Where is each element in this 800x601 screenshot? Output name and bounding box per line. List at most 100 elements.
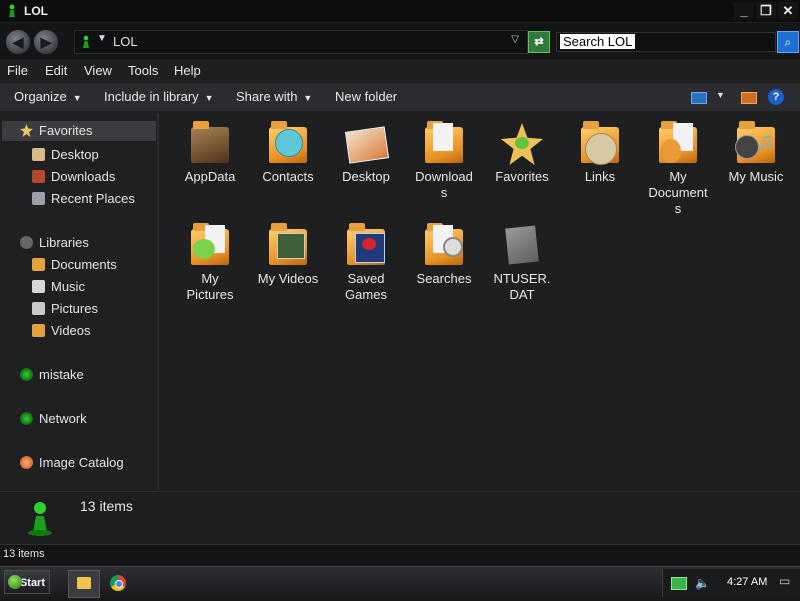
network-status-icon[interactable] [671, 577, 687, 590]
menu-file[interactable]: File [7, 63, 28, 78]
nav-favorites[interactable]: Favorites [2, 121, 156, 141]
file-item-my-documents[interactable]: My Document s [640, 121, 716, 217]
taskbar-explorer-button[interactable] [68, 570, 100, 598]
folder-icon [187, 121, 233, 167]
start-button[interactable]: Start [4, 570, 50, 594]
libraries-icon [20, 236, 33, 249]
search-placeholder: Search LOL [560, 34, 636, 49]
folder-documents-icon [655, 121, 701, 167]
folder-downloads-icon [421, 121, 467, 167]
nav-downloads[interactable]: Downloads [32, 169, 115, 184]
chevron-down-icon: ▼ [204, 93, 214, 103]
organize-button[interactable]: Organize ▼ [14, 89, 82, 104]
maximize-button[interactable]: ❐ [756, 2, 776, 19]
downloads-icon [32, 170, 45, 183]
nav-videos[interactable]: Videos [32, 323, 91, 338]
menu-view[interactable]: View [84, 63, 112, 78]
chevron-down-icon: ▼ [72, 93, 82, 103]
nav-network[interactable]: Network [20, 411, 87, 426]
refresh-button[interactable]: ⇄ [528, 31, 550, 53]
menu-tools[interactable]: Tools [128, 63, 158, 78]
item-count: 13 items [80, 498, 133, 514]
file-item-saved-games[interactable]: Saved Games [328, 223, 404, 303]
status-text: 13 items [3, 548, 45, 560]
window-title: LOL [24, 4, 48, 18]
star-icon [20, 124, 33, 137]
pawn-icon [28, 502, 52, 536]
folder-videos-icon [265, 223, 311, 269]
nav-image-catalog[interactable]: Image Catalog [20, 455, 124, 470]
menu-help[interactable]: Help [174, 63, 201, 78]
image-catalog-icon [20, 456, 33, 469]
folder-pictures-icon [187, 223, 233, 269]
pictures-icon [32, 302, 45, 315]
folder-saved-games-icon [343, 223, 389, 269]
close-button[interactable]: ✕ [778, 2, 798, 19]
network-icon [20, 412, 33, 425]
new-folder-button[interactable]: New folder [335, 89, 397, 104]
file-item-my-videos[interactable]: My Videos [250, 223, 326, 287]
share-with-button[interactable]: Share with ▼ [236, 89, 312, 104]
folder-music-icon: ♫ [733, 121, 779, 167]
search-input[interactable]: Search LOL [556, 32, 776, 52]
file-item-my-pictures[interactable]: My Pictures [172, 223, 248, 303]
back-button[interactable]: ◀ [5, 29, 31, 55]
navigation-pane: Favorites Desktop Downloads Recent Place… [0, 113, 159, 489]
file-item-desktop[interactable]: Desktop [328, 121, 404, 185]
file-icon [499, 223, 545, 269]
command-bar: Organize ▼ Include in library ▼ Share with… [0, 83, 800, 111]
nav-libraries[interactable]: Libraries [20, 235, 89, 250]
help-icon[interactable]: ? [768, 89, 784, 105]
nav-homegroup[interactable]: mistake [20, 367, 84, 382]
address-bar[interactable]: ▼ LOL ▽ [74, 30, 528, 54]
file-item-favorites[interactable]: Favorites [484, 121, 560, 185]
show-desktop-button[interactable]: ▭ [779, 574, 790, 588]
pawn-icon [9, 4, 15, 17]
folder-contacts-icon [265, 121, 311, 167]
file-item-appdata[interactable]: AppData [172, 121, 248, 185]
file-item-links[interactable]: Links [562, 121, 638, 185]
chevron-down-icon[interactable]: ▽ [511, 34, 519, 45]
search-icon[interactable]: ⌕ [777, 31, 799, 53]
minimize-button[interactable]: _ [734, 2, 754, 19]
address-toolbar: ◀ ▶ ▼ LOL ▽ ⇄ Search LOL ⌕ [0, 23, 800, 59]
documents-icon [32, 258, 45, 271]
folder-searches-icon [421, 223, 467, 269]
include-in-library-button[interactable]: Include in library ▼ [104, 89, 214, 104]
chevron-down-icon: ▼ [303, 93, 313, 103]
file-item-contacts[interactable]: Contacts [250, 121, 326, 185]
videos-icon [32, 324, 45, 337]
status-bar: 13 items [0, 544, 800, 565]
volume-icon[interactable]: 🔈 [695, 576, 710, 590]
system-tray: 🔈 4:27 AM ▭ [662, 569, 800, 597]
nav-desktop[interactable]: Desktop [32, 147, 99, 162]
nav-recent-places[interactable]: Recent Places [32, 191, 135, 206]
file-item-downloads[interactable]: Download s [406, 121, 482, 201]
desktop-folder-icon [343, 121, 390, 167]
nav-pictures[interactable]: Pictures [32, 301, 98, 316]
menu-edit[interactable]: Edit [45, 63, 67, 78]
change-view-icon[interactable] [691, 92, 707, 104]
nav-documents[interactable]: Documents [32, 257, 117, 272]
title-bar: LOL _ ❐ ✕ [0, 0, 800, 22]
music-icon [32, 280, 45, 293]
recent-places-icon [32, 192, 45, 205]
forward-button[interactable]: ▶ [33, 29, 59, 55]
menu-bar: File Edit View Tools Help [0, 60, 800, 82]
clock[interactable]: 4:27 AM [727, 576, 767, 588]
file-item-my-music[interactable]: ♫ My Music [718, 121, 794, 185]
file-item-ntuser-dat[interactable]: NTUSER. DAT [484, 223, 560, 303]
folder-icon [77, 577, 91, 589]
desktop-icon [32, 148, 45, 161]
breadcrumb-chevron-icon[interactable]: ▼ [97, 33, 107, 44]
preview-pane-icon[interactable] [741, 92, 757, 104]
taskbar-chrome-icon[interactable] [110, 575, 126, 591]
file-item-searches[interactable]: Searches [406, 223, 482, 287]
file-list: AppData Contacts Desktop Download s Favo… [160, 113, 800, 489]
folder-links-icon [577, 121, 623, 167]
nav-music[interactable]: Music [32, 279, 85, 294]
details-pane: 13 items [0, 491, 800, 544]
chevron-down-icon[interactable]: ▼ [716, 90, 725, 100]
breadcrumb[interactable]: LOL [113, 34, 138, 49]
homegroup-icon [20, 368, 33, 381]
